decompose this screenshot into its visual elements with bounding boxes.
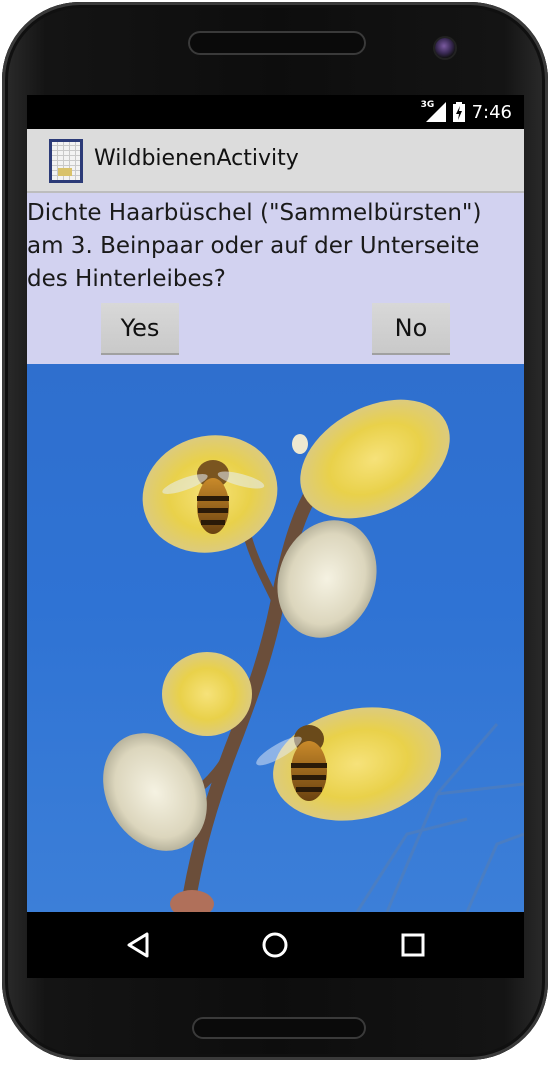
battery-charging-icon [452,102,465,122]
app-launcher-icon[interactable] [49,139,83,183]
status-clock: 7:46 [471,101,512,123]
yes-button[interactable]: Yes [101,303,179,355]
bee-photo [27,364,524,912]
cell-signal-icon: 3G [420,100,446,122]
question-panel: Dichte Haarbüschel ("Sammelbürsten") am … [27,193,524,364]
app-title: WildbienenActivity [94,146,299,171]
status-icons: 3G 7:46 [420,100,512,123]
no-button[interactable]: No [372,303,450,355]
status-bar: 3G 7:46 [27,95,524,129]
recent-square-icon[interactable] [397,929,429,961]
back-triangle-icon[interactable] [123,929,155,961]
question-text: Dichte Haarbüschel ("Sammelbürsten") am … [27,200,482,292]
front-camera [435,38,455,58]
network-type-label: 3G [420,100,435,110]
navigation-bar [27,912,524,978]
action-bar: WildbienenActivity [27,129,524,193]
top-speaker-grille [188,31,366,55]
home-circle-icon[interactable] [259,929,291,961]
bottom-speaker-grille [192,1017,366,1039]
device-screen: 3G 7:46 WildbienenActivity Dichte Haarbü… [27,95,524,912]
